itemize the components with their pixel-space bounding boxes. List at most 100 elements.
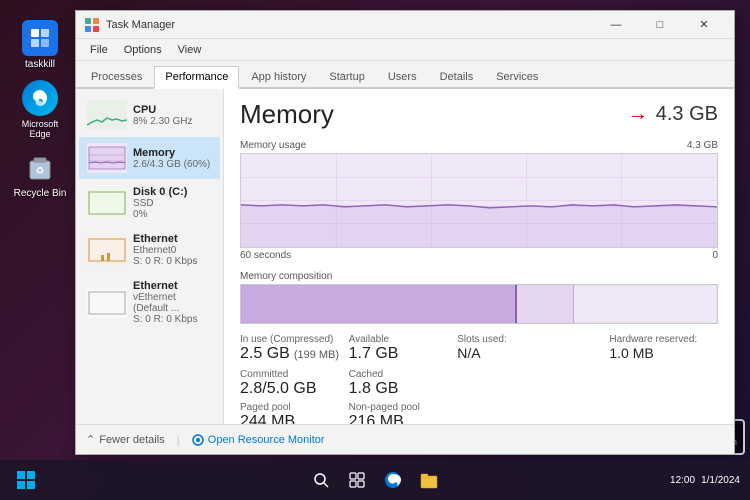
stat-committed-value: 2.8/5.0 GB [240,380,349,398]
stat-hwreserved-value: 1.0 MB [609,345,718,361]
menu-options[interactable]: Options [116,42,170,58]
separator: | [177,433,180,447]
tab-performance[interactable]: Performance [154,66,239,89]
time-label-text: 60 seconds [240,250,291,261]
sidebar-item-memory[interactable]: Memory 2.6/4.3 GB (60%) [79,137,220,179]
fewer-details-label: Fewer details [99,434,164,446]
sidebar-item-ethernet1[interactable]: Ethernet Ethernet0 S: 0 R: 0 Kbps [79,227,220,273]
stat-inuse: In use (Compressed) 2.5 GB (199 MB) [240,334,349,363]
menu-view[interactable]: View [170,42,210,58]
desktop-icon-edge-label: Microsoft Edge [10,119,70,139]
minimize-button[interactable]: — [594,11,638,39]
taskbar-date: 1/1/2024 [701,475,740,486]
window-icon [84,17,100,33]
edge-taskbar-button[interactable] [377,464,409,496]
memory-usage-chart [240,153,718,248]
stat-inuse-sub: (199 MB) [294,349,339,361]
maximize-button[interactable]: □ [638,11,682,39]
open-monitor-link[interactable]: Open Resource Monitor [192,434,325,446]
stat-slots-value: N/A [457,345,609,361]
start-button[interactable] [10,464,42,496]
sidebar-ethernet1-title: Ethernet [133,233,212,245]
main-content: CPU 8% 2.30 GHz Memory [76,89,734,424]
sidebar-item-ethernet2[interactable]: Ethernet vEthernet (Default ... S: 0 R: … [79,274,220,331]
tab-processes[interactable]: Processes [80,66,153,87]
sidebar-disk-info: Disk 0 (C:) SSD 0% [133,186,212,220]
sidebar-disk-sub2: 0% [133,209,212,220]
sidebar-ethernet2-sub2: S: 0 R: 0 Kbps [133,314,212,325]
stat-hwreserved-label: Hardware reserved: [609,334,718,345]
close-button[interactable]: ✕ [682,11,726,39]
sidebar-item-cpu[interactable]: CPU 8% 2.30 GHz [79,94,220,136]
panel-header: Memory → 4.3 GB [240,99,718,130]
sidebar-item-disk[interactable]: Disk 0 (C:) SSD 0% [79,180,220,226]
svg-text:♻: ♻ [36,166,45,177]
tab-users[interactable]: Users [377,66,428,87]
window-title: Task Manager [106,19,594,31]
sidebar-cpu-sub: 8% 2.30 GHz [133,116,212,127]
tab-details[interactable]: Details [429,66,485,87]
sidebar-memory-title: Memory [133,147,212,159]
sidebar-ethernet2-sub1: vEthernet (Default ... [133,292,212,314]
stat-slots-label: Slots used: [457,334,609,345]
usage-label-text: Memory usage [240,140,306,151]
usage-chart-label: Memory usage 4.3 GB [240,140,718,151]
sidebar-ethernet1-sub2: S: 0 R: 0 Kbps [133,256,212,267]
taskbar-time: 12:00 [670,475,695,486]
sidebar-memory-info: Memory 2.6/4.3 GB (60%) [133,147,212,170]
stat-nonpaged-value: 216 MB [349,413,458,424]
taskview-button[interactable] [341,464,373,496]
menu-file[interactable]: File [82,42,116,58]
stat-cached-value: 1.8 GB [349,380,458,398]
desktop-icon-taskkill[interactable]: taskkill [10,20,70,70]
windows-icon [17,471,35,489]
task-manager-window: Task Manager — □ ✕ File Options View Pro… [75,10,735,455]
explorer-taskbar-button[interactable] [413,464,445,496]
stat-hwreserved: Hardware reserved: 1.0 MB [609,334,718,363]
memory-mini-chart [87,143,127,173]
sidebar-cpu-info: CPU 8% 2.30 GHz [133,104,212,127]
usage-max-text: 4.3 GB [687,140,718,151]
stat-paged: Paged pool 244 MB [240,402,349,424]
chevron-up-icon: ⌃ [86,433,95,446]
sidebar: CPU 8% 2.30 GHz Memory [76,89,224,424]
stat-available: Available 1.7 GB [349,334,458,363]
taskview-icon [349,472,365,488]
ethernet2-mini-chart [87,288,127,318]
time-label: 60 seconds 0 [240,250,718,261]
stat-available-label: Available [349,334,458,345]
title-bar: Task Manager — □ ✕ [76,11,734,39]
stat-inuse-label: In use (Compressed) [240,334,349,345]
open-monitor-label: Open Resource Monitor [208,434,325,446]
tab-apphistory[interactable]: App history [240,66,317,87]
sidebar-ethernet1-sub1: Ethernet0 [133,245,212,256]
desktop-icon-edge[interactable]: Microsoft Edge [10,80,70,139]
panel-title: Memory [240,99,628,130]
desktop-icons: taskkill Microsoft Edge ♻ Recycle Bin [10,20,70,199]
tab-bar: Processes Performance App history Startu… [76,61,734,89]
taskbar-right: 12:00 1/1/2024 [670,475,740,486]
stat-paged-label: Paged pool [240,402,349,413]
menu-bar: File Options View [76,39,734,61]
stat-committed: Committed 2.8/5.0 GB [240,369,349,398]
arrow-icon: → [628,103,648,126]
stat-paged-value: 244 MB [240,413,349,424]
tab-services[interactable]: Services [485,66,549,87]
memory-composition-chart [240,284,718,324]
desktop-icon-recycle[interactable]: ♻ Recycle Bin [10,149,70,199]
time-end-text: 0 [712,250,718,261]
composition-label-text: Memory composition [240,271,332,282]
search-taskbar-button[interactable] [305,464,337,496]
panel-total-value: 4.3 GB [656,103,718,126]
tab-startup[interactable]: Startup [318,66,375,87]
fewer-details-btn[interactable]: ⌃ Fewer details [86,433,165,446]
desktop-icon-label: taskkill [25,59,55,70]
desktop: taskkill Microsoft Edge ♻ Recycle Bin [0,0,750,500]
desktop-icon-recycle-label: Recycle Bin [14,188,67,199]
edge-taskbar-icon [384,471,402,489]
search-icon [313,472,329,488]
usage-chart-section: Memory usage 4.3 GB [240,140,718,261]
sidebar-memory-sub: 2.6/4.3 GB (60%) [133,159,212,170]
window-controls: — □ ✕ [594,11,726,39]
sidebar-disk-sub1: SSD [133,198,212,209]
